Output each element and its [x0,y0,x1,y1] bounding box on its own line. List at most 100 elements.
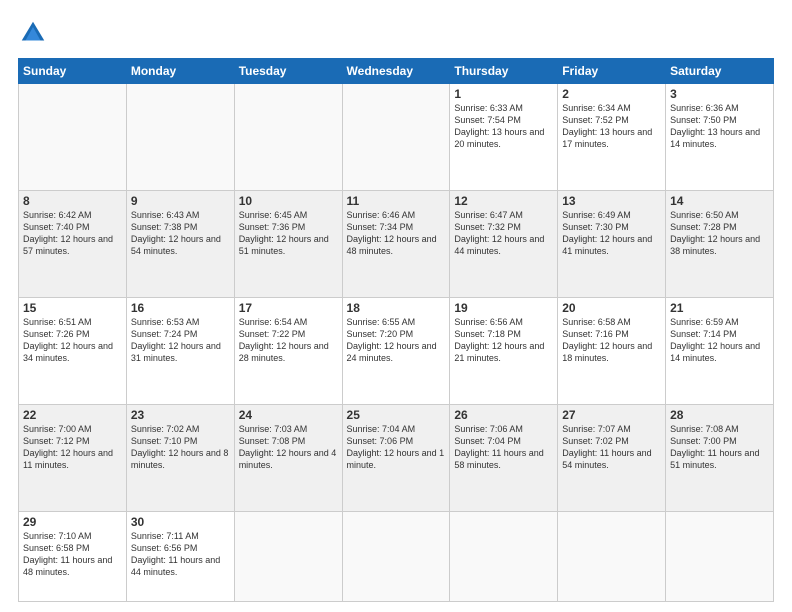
calendar-cell: 15Sunrise: 6:51 AMSunset: 7:26 PMDayligh… [19,298,127,405]
day-info: Sunrise: 6:42 AMSunset: 7:40 PMDaylight:… [23,209,122,258]
day-info: Sunrise: 7:06 AMSunset: 7:04 PMDaylight:… [454,423,553,472]
day-number: 2 [562,87,661,101]
calendar-cell: 3Sunrise: 6:36 AMSunset: 7:50 PMDaylight… [666,84,774,191]
calendar-table: SundayMondayTuesdayWednesdayThursdayFrid… [18,58,774,602]
calendar-cell: 9Sunrise: 6:43 AMSunset: 7:38 PMDaylight… [126,191,234,298]
header [18,18,774,48]
day-info: Sunrise: 6:58 AMSunset: 7:16 PMDaylight:… [562,316,661,365]
calendar-header-wednesday: Wednesday [342,59,450,84]
day-info: Sunrise: 6:49 AMSunset: 7:30 PMDaylight:… [562,209,661,258]
day-info: Sunrise: 7:03 AMSunset: 7:08 PMDaylight:… [239,423,338,472]
calendar-cell: 2Sunrise: 6:34 AMSunset: 7:52 PMDaylight… [558,84,666,191]
calendar-cell: 10Sunrise: 6:45 AMSunset: 7:36 PMDayligh… [234,191,342,298]
calendar-cell: 24Sunrise: 7:03 AMSunset: 7:08 PMDayligh… [234,405,342,512]
day-number: 21 [670,301,769,315]
day-info: Sunrise: 6:51 AMSunset: 7:26 PMDaylight:… [23,316,122,365]
day-number: 19 [454,301,553,315]
calendar-cell [342,84,450,191]
calendar-cell: 26Sunrise: 7:06 AMSunset: 7:04 PMDayligh… [450,405,558,512]
day-number: 3 [670,87,769,101]
page: SundayMondayTuesdayWednesdayThursdayFrid… [0,0,792,612]
day-number: 9 [131,194,230,208]
day-info: Sunrise: 7:10 AMSunset: 6:58 PMDaylight:… [23,530,122,579]
calendar-cell: 18Sunrise: 6:55 AMSunset: 7:20 PMDayligh… [342,298,450,405]
calendar-header-thursday: Thursday [450,59,558,84]
calendar-cell: 16Sunrise: 6:53 AMSunset: 7:24 PMDayligh… [126,298,234,405]
day-number: 17 [239,301,338,315]
calendar-header-saturday: Saturday [666,59,774,84]
day-info: Sunrise: 6:53 AMSunset: 7:24 PMDaylight:… [131,316,230,365]
day-number: 8 [23,194,122,208]
day-number: 28 [670,408,769,422]
day-number: 14 [670,194,769,208]
calendar-week-row: 1Sunrise: 6:33 AMSunset: 7:54 PMDaylight… [19,84,774,191]
calendar-cell: 20Sunrise: 6:58 AMSunset: 7:16 PMDayligh… [558,298,666,405]
calendar-cell: 11Sunrise: 6:46 AMSunset: 7:34 PMDayligh… [342,191,450,298]
day-number: 15 [23,301,122,315]
calendar-cell: 1Sunrise: 6:33 AMSunset: 7:54 PMDaylight… [450,84,558,191]
day-info: Sunrise: 6:54 AMSunset: 7:22 PMDaylight:… [239,316,338,365]
calendar-cell: 14Sunrise: 6:50 AMSunset: 7:28 PMDayligh… [666,191,774,298]
day-number: 27 [562,408,661,422]
calendar-cell [126,84,234,191]
calendar-week-row: 22Sunrise: 7:00 AMSunset: 7:12 PMDayligh… [19,405,774,512]
day-number: 24 [239,408,338,422]
day-number: 10 [239,194,338,208]
day-info: Sunrise: 6:50 AMSunset: 7:28 PMDaylight:… [670,209,769,258]
day-info: Sunrise: 7:08 AMSunset: 7:00 PMDaylight:… [670,423,769,472]
day-info: Sunrise: 7:07 AMSunset: 7:02 PMDaylight:… [562,423,661,472]
calendar-cell: 19Sunrise: 6:56 AMSunset: 7:18 PMDayligh… [450,298,558,405]
calendar-cell [450,512,558,602]
day-number: 18 [347,301,446,315]
day-number: 13 [562,194,661,208]
calendar-header-tuesday: Tuesday [234,59,342,84]
calendar-cell: 22Sunrise: 7:00 AMSunset: 7:12 PMDayligh… [19,405,127,512]
calendar-cell: 8Sunrise: 6:42 AMSunset: 7:40 PMDaylight… [19,191,127,298]
day-number: 20 [562,301,661,315]
day-number: 1 [454,87,553,101]
calendar-cell: 13Sunrise: 6:49 AMSunset: 7:30 PMDayligh… [558,191,666,298]
calendar-week-row: 15Sunrise: 6:51 AMSunset: 7:26 PMDayligh… [19,298,774,405]
calendar-cell [234,84,342,191]
calendar-cell: 30Sunrise: 7:11 AMSunset: 6:56 PMDayligh… [126,512,234,602]
day-info: Sunrise: 6:59 AMSunset: 7:14 PMDaylight:… [670,316,769,365]
day-info: Sunrise: 6:47 AMSunset: 7:32 PMDaylight:… [454,209,553,258]
calendar-header-friday: Friday [558,59,666,84]
calendar-cell [666,512,774,602]
day-info: Sunrise: 6:36 AMSunset: 7:50 PMDaylight:… [670,102,769,151]
day-number: 22 [23,408,122,422]
day-info: Sunrise: 6:55 AMSunset: 7:20 PMDaylight:… [347,316,446,365]
calendar-header-monday: Monday [126,59,234,84]
day-info: Sunrise: 6:33 AMSunset: 7:54 PMDaylight:… [454,102,553,151]
day-info: Sunrise: 6:56 AMSunset: 7:18 PMDaylight:… [454,316,553,365]
calendar-cell: 28Sunrise: 7:08 AMSunset: 7:00 PMDayligh… [666,405,774,512]
day-info: Sunrise: 6:34 AMSunset: 7:52 PMDaylight:… [562,102,661,151]
calendar-cell: 25Sunrise: 7:04 AMSunset: 7:06 PMDayligh… [342,405,450,512]
calendar-cell [558,512,666,602]
day-number: 30 [131,515,230,529]
logo [18,18,52,48]
calendar-header-row: SundayMondayTuesdayWednesdayThursdayFrid… [19,59,774,84]
calendar-week-row: 29Sunrise: 7:10 AMSunset: 6:58 PMDayligh… [19,512,774,602]
day-info: Sunrise: 7:02 AMSunset: 7:10 PMDaylight:… [131,423,230,472]
logo-icon [18,18,48,48]
day-number: 23 [131,408,230,422]
calendar-cell: 23Sunrise: 7:02 AMSunset: 7:10 PMDayligh… [126,405,234,512]
calendar-week-row: 8Sunrise: 6:42 AMSunset: 7:40 PMDaylight… [19,191,774,298]
calendar-cell [234,512,342,602]
calendar-cell [342,512,450,602]
calendar-cell: 27Sunrise: 7:07 AMSunset: 7:02 PMDayligh… [558,405,666,512]
day-number: 11 [347,194,446,208]
day-info: Sunrise: 6:46 AMSunset: 7:34 PMDaylight:… [347,209,446,258]
day-info: Sunrise: 7:00 AMSunset: 7:12 PMDaylight:… [23,423,122,472]
calendar-header-sunday: Sunday [19,59,127,84]
day-info: Sunrise: 6:45 AMSunset: 7:36 PMDaylight:… [239,209,338,258]
calendar-cell: 21Sunrise: 6:59 AMSunset: 7:14 PMDayligh… [666,298,774,405]
day-number: 26 [454,408,553,422]
day-number: 12 [454,194,553,208]
calendar-cell: 29Sunrise: 7:10 AMSunset: 6:58 PMDayligh… [19,512,127,602]
day-info: Sunrise: 6:43 AMSunset: 7:38 PMDaylight:… [131,209,230,258]
day-number: 29 [23,515,122,529]
day-number: 25 [347,408,446,422]
calendar-body: 1Sunrise: 6:33 AMSunset: 7:54 PMDaylight… [19,84,774,602]
